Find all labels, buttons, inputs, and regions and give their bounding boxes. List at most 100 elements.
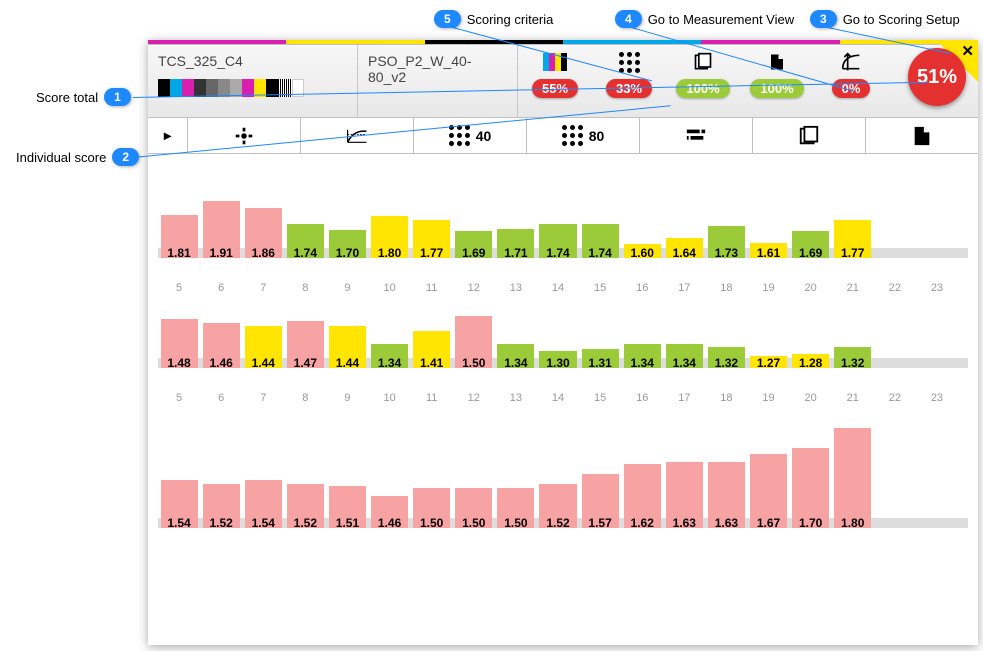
bar[interactable]: 1.47: [287, 321, 324, 368]
bar[interactable]: 1.27: [750, 356, 787, 368]
bar[interactable]: 1.44: [245, 326, 282, 368]
metric-cmyk[interactable]: 55%: [525, 51, 585, 98]
bar[interactable]: 1.28: [792, 354, 829, 368]
bar[interactable]: 1.77: [413, 220, 450, 258]
bar[interactable]: 1.70: [329, 230, 366, 258]
x-label: 5: [164, 392, 194, 404]
x-label: 11: [417, 282, 447, 294]
bar[interactable]: 1.54: [245, 480, 282, 528]
bar[interactable]: 1.34: [371, 344, 408, 369]
x-label: 19: [754, 392, 784, 404]
bar-value: 1.47: [287, 356, 324, 370]
bar[interactable]: 1.61: [750, 243, 787, 258]
tab-dots-40[interactable]: 40: [414, 118, 527, 153]
x-label: 8: [290, 282, 320, 294]
bar[interactable]: 1.31: [582, 349, 619, 368]
bar[interactable]: 1.80: [371, 216, 408, 258]
callout-badge: 4: [615, 10, 642, 28]
tab-stack[interactable]: [753, 118, 866, 153]
bar[interactable]: 1.50: [455, 488, 492, 528]
bar-value: 1.34: [371, 356, 408, 370]
bar[interactable]: 1.51: [329, 486, 366, 528]
callout-badge: 3: [810, 10, 837, 28]
bar[interactable]: 1.46: [371, 496, 408, 528]
bar-value: 1.63: [708, 516, 745, 530]
tab-page[interactable]: [866, 118, 978, 153]
bar-value: 1.34: [497, 356, 534, 370]
tab-target[interactable]: [188, 118, 301, 153]
bar[interactable]: 1.60: [624, 244, 661, 258]
bar[interactable]: 1.86: [245, 208, 282, 258]
callout-1: Score total 1: [30, 88, 131, 106]
x-label: 10: [375, 392, 405, 404]
bar[interactable]: 1.67: [750, 454, 787, 528]
x-label: 16: [627, 392, 657, 404]
bar[interactable]: 1.41: [413, 331, 450, 368]
bar-value: 1.50: [455, 516, 492, 530]
score-total-badge[interactable]: 51%: [908, 48, 966, 106]
bar-value: 1.73: [708, 246, 745, 260]
bar[interactable]: 1.63: [708, 462, 745, 528]
bar[interactable]: 1.32: [834, 347, 871, 368]
bar-value: 1.69: [792, 246, 829, 260]
bar[interactable]: 1.52: [203, 484, 240, 528]
bar-value: 1.30: [539, 356, 576, 370]
bar-value: 1.63: [666, 516, 703, 530]
bar[interactable]: 1.32: [708, 347, 745, 368]
bar-value: 1.46: [203, 356, 240, 370]
tab-dots-80[interactable]: 80: [527, 118, 640, 153]
bar[interactable]: 1.91: [203, 201, 240, 258]
bar[interactable]: 1.63: [666, 462, 703, 528]
bar[interactable]: 1.81: [161, 215, 198, 258]
bar[interactable]: 1.71: [497, 229, 534, 258]
bar[interactable]: 1.34: [624, 344, 661, 369]
bar[interactable]: 1.62: [624, 464, 661, 528]
profile-column: PSO_P2_W_40-80_v2: [358, 45, 518, 117]
bar-value: 1.32: [834, 356, 871, 370]
bar[interactable]: 1.46: [203, 323, 240, 369]
x-label: 5: [164, 282, 194, 294]
x-label: 11: [417, 392, 447, 404]
bar[interactable]: 1.57: [582, 474, 619, 528]
bar[interactable]: 1.74: [582, 224, 619, 258]
bar-value: 1.31: [582, 356, 619, 370]
bar[interactable]: 1.50: [455, 316, 492, 369]
bar-value: 1.77: [413, 246, 450, 260]
bar[interactable]: 1.34: [497, 344, 534, 369]
metric-pct: 100%: [750, 79, 803, 98]
bar[interactable]: 1.54: [161, 480, 198, 528]
x-label: 16: [627, 282, 657, 294]
bar[interactable]: 1.48: [161, 319, 198, 368]
bar[interactable]: 1.74: [539, 224, 576, 258]
bar[interactable]: 1.30: [539, 351, 576, 369]
bar[interactable]: 1.80: [834, 428, 871, 528]
bar[interactable]: 1.74: [287, 224, 324, 258]
bar-value: 1.77: [834, 246, 871, 260]
x-label: 7: [248, 392, 278, 404]
stack-icon: [798, 125, 820, 147]
bar-value: 1.54: [245, 516, 282, 530]
x-label: 15: [585, 282, 615, 294]
bar[interactable]: 1.52: [287, 484, 324, 528]
bar[interactable]: 1.64: [666, 238, 703, 258]
bar[interactable]: 1.52: [539, 484, 576, 528]
chart-row-0: 1.811.911.861.741.701.801.771.691.711.74…: [158, 192, 968, 262]
bar[interactable]: 1.69: [455, 231, 492, 258]
tab-expand[interactable]: ▸: [148, 118, 188, 153]
x-label: 6: [206, 392, 236, 404]
x-label: 21: [838, 392, 868, 404]
bar[interactable]: 1.50: [497, 488, 534, 528]
tab-bars[interactable]: [640, 118, 753, 153]
bar-value: 1.57: [582, 516, 619, 530]
metric-stack[interactable]: 100%: [673, 51, 733, 98]
bar[interactable]: 1.44: [329, 326, 366, 368]
bar-value: 1.52: [539, 516, 576, 530]
bar-value: 1.51: [329, 516, 366, 530]
bar[interactable]: 1.70: [792, 448, 829, 528]
bar[interactable]: 1.77: [834, 220, 871, 258]
bar[interactable]: 1.50: [413, 488, 450, 528]
bar[interactable]: 1.69: [792, 231, 829, 258]
x-label: 9: [332, 392, 362, 404]
bar[interactable]: 1.73: [708, 226, 745, 258]
bar[interactable]: 1.34: [666, 344, 703, 369]
